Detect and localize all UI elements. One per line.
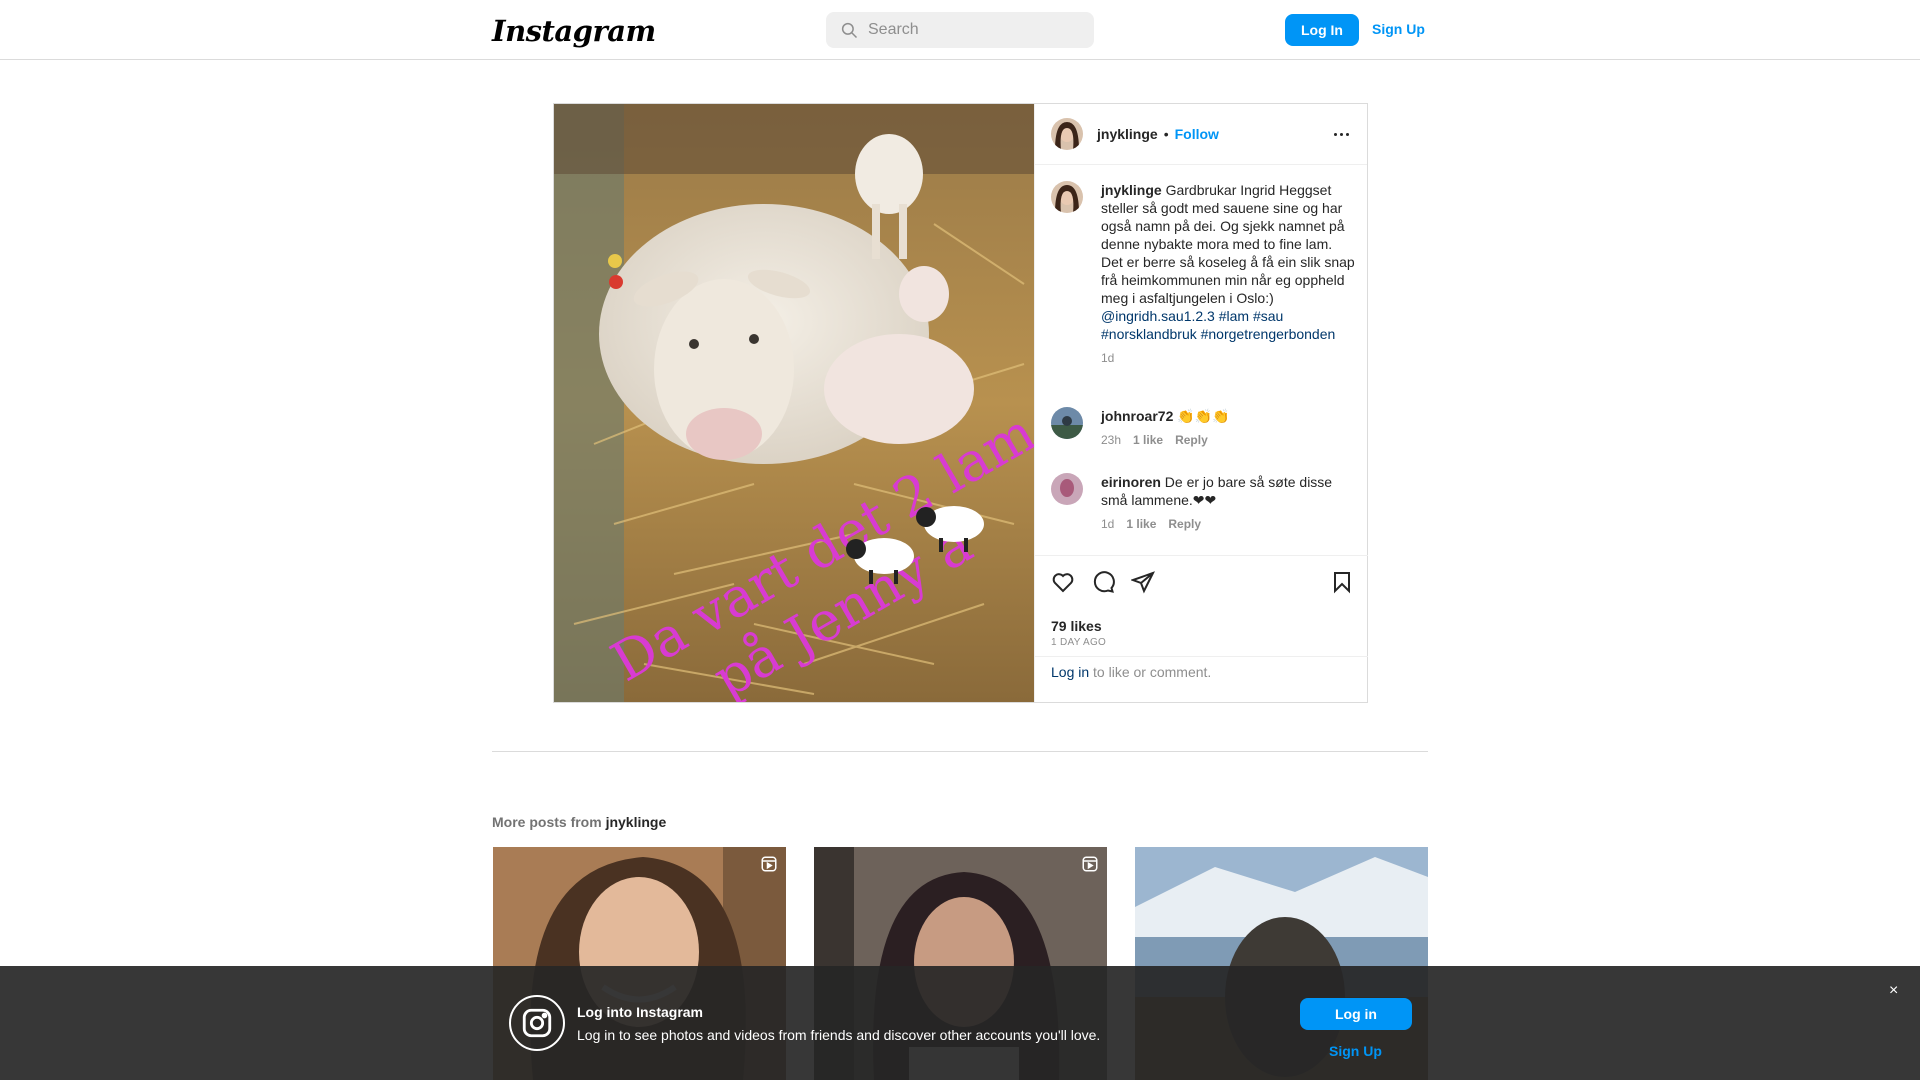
caption-avatar[interactable] [1051,181,1083,213]
close-icon[interactable]: × [1889,982,1898,1000]
more-posts-user[interactable]: jnyklinge [606,814,667,830]
post-header: jnyklinge • Follow [1035,104,1367,165]
reel-icon [761,856,777,872]
more-posts-heading: More posts from jnyklinge [492,814,666,830]
comment-likes[interactable]: 1 like [1133,433,1163,447]
caption-tags[interactable]: @ingridh.sau1.2.3 #lam #sau #norsklandbr… [1101,308,1335,342]
commenter-avatar[interactable] [1051,473,1083,505]
section-divider [492,751,1428,752]
signup-link[interactable]: Sign Up [1372,21,1425,37]
banner-login-button[interactable]: Log in [1300,998,1412,1030]
more-posts-prefix: More posts from [492,814,606,830]
comment-text: 👏👏👏 [1177,408,1230,424]
banner-text: Log in to see photos and videos from fri… [577,1027,1101,1043]
search-box[interactable] [826,12,1094,48]
reel-icon [1082,856,1098,872]
caption-username[interactable]: jnyklinge [1101,182,1162,198]
comment-username[interactable]: eirinoren [1101,474,1161,490]
comment-item: eirinoren De er jo bare så søte disse sm… [1051,473,1356,531]
login-link[interactable]: Log in [1051,664,1089,680]
bookmark-icon[interactable] [1330,570,1354,594]
reply-button[interactable]: Reply [1168,517,1201,531]
login-prompt-text: to like or comment. [1089,664,1212,680]
post-image[interactable]: Da vart det 2 lam på Jenny å [554,104,1034,702]
search-input[interactable] [868,21,1068,39]
caption-text: Gardbrukar Ingrid Heggset steller så god… [1101,182,1355,306]
comment-likes[interactable]: 1 like [1126,517,1156,531]
caption-time: 1d [1101,351,1115,365]
follow-button[interactable]: Follow [1175,126,1219,142]
comments-list: jnyklinge Gardbrukar Ingrid Heggset stel… [1035,165,1368,555]
login-button[interactable]: Log In [1285,14,1359,46]
comment-icon[interactable] [1091,570,1115,594]
more-options-icon[interactable] [1331,126,1351,142]
banner-title: Log into Instagram [577,1004,703,1020]
author-username[interactable]: jnyklinge [1097,126,1158,142]
separator-dot: • [1163,126,1169,142]
commenter-avatar[interactable] [1051,407,1083,439]
post-card: Da vart det 2 lam på Jenny å jnyklinge •… [553,103,1368,703]
caption: jnyklinge Gardbrukar Ingrid Heggset stel… [1051,181,1356,365]
sheep-photo: Da vart det 2 lam på Jenny å [554,104,1034,702]
reply-button[interactable]: Reply [1175,433,1208,447]
comment-time: 1d [1101,517,1115,531]
banner-signup-link[interactable]: Sign Up [1329,1043,1382,1059]
search-icon [841,22,858,39]
likes-count[interactable]: 79 likes [1051,618,1102,634]
comment-time: 23h [1101,433,1122,447]
post-date: 1 DAY AGO [1051,637,1107,648]
login-prompt: Log in to like or comment. [1035,656,1368,702]
author-avatar[interactable] [1051,118,1083,150]
comment-item: johnroar72 👏👏👏 23h 1 like Reply [1051,407,1356,447]
top-navigation: Instagram Log In Sign Up [0,0,1920,60]
instagram-glyph-icon [509,995,565,1051]
comment-username[interactable]: johnroar72 [1101,408,1173,424]
post-actions: 79 likes 1 DAY AGO Log in to like or com… [1035,555,1368,702]
instagram-logo[interactable]: Instagram [492,14,656,48]
post-sidebar: jnyklinge • Follow jnyklinge Gardbrukar … [1034,104,1368,702]
share-icon[interactable] [1131,570,1155,594]
like-heart-icon[interactable] [1051,570,1075,594]
login-banner [0,966,1920,1080]
